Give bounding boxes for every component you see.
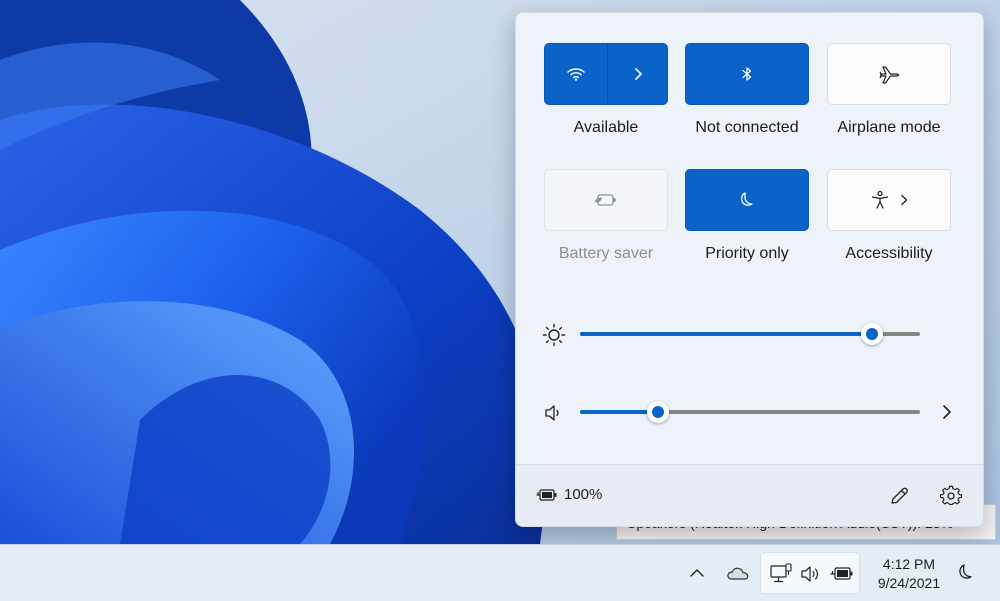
focus-assist-tile[interactable] bbox=[685, 169, 809, 231]
volume-slider[interactable] bbox=[580, 401, 920, 423]
brightness-slider[interactable] bbox=[580, 323, 920, 345]
quick-settings-tray-button[interactable] bbox=[760, 552, 860, 594]
wifi-expand-button[interactable] bbox=[607, 44, 669, 104]
brightness-row bbox=[516, 319, 983, 349]
quick-settings-panel: Available Not connected Airplane mode Ba… bbox=[515, 12, 984, 527]
battery-status[interactable]: 100% bbox=[536, 486, 602, 503]
chevron-right-icon bbox=[901, 194, 908, 206]
accessibility-icon bbox=[871, 190, 889, 209]
sun-icon bbox=[542, 323, 566, 347]
battery-saver-icon bbox=[595, 194, 616, 206]
wifi-icon bbox=[567, 68, 585, 81]
brightness-fill bbox=[580, 332, 873, 336]
airplane-mode-tile[interactable] bbox=[827, 43, 951, 105]
accessibility-tile[interactable] bbox=[827, 169, 951, 231]
wifi-label: Available bbox=[573, 119, 639, 136]
show-hidden-icons-button[interactable] bbox=[685, 561, 709, 585]
battery-icon bbox=[536, 488, 557, 501]
accessibility-label: Accessibility bbox=[845, 245, 933, 262]
pencil-icon bbox=[891, 487, 908, 504]
battery-icon bbox=[830, 567, 853, 580]
onedrive-button[interactable] bbox=[726, 561, 750, 585]
audio-output-chevron-icon[interactable] bbox=[937, 401, 957, 423]
moon-icon bbox=[740, 192, 753, 206]
bluetooth-tile[interactable] bbox=[685, 43, 809, 105]
wifi-tile[interactable] bbox=[544, 43, 668, 105]
battery-saver-tile[interactable] bbox=[544, 169, 668, 231]
focus-assist-moon-icon bbox=[959, 564, 972, 579]
network-icon bbox=[770, 563, 792, 583]
volume-thumb[interactable] bbox=[647, 401, 670, 423]
chevron-up-icon bbox=[690, 569, 704, 577]
volume-icon bbox=[801, 566, 818, 582]
speaker-icon bbox=[545, 405, 559, 421]
edit-quick-settings-button[interactable] bbox=[885, 482, 913, 510]
onedrive-cloud-icon bbox=[727, 567, 749, 580]
brightness-thumb[interactable] bbox=[861, 323, 884, 345]
battery-saver-label: Battery saver bbox=[558, 245, 654, 262]
volume-row bbox=[516, 397, 983, 427]
focus-assist-tray-button[interactable] bbox=[954, 561, 978, 585]
taskbar: 4:12 PM 9/24/2021 bbox=[0, 544, 1000, 601]
airplane-icon bbox=[879, 66, 900, 84]
gear-icon bbox=[940, 485, 962, 505]
airplane-mode-label: Airplane mode bbox=[837, 119, 941, 136]
bluetooth-label: Not connected bbox=[695, 119, 799, 136]
battery-percent: 100% bbox=[564, 486, 603, 503]
wifi-toggle[interactable] bbox=[545, 44, 607, 104]
chevron-right-icon bbox=[635, 68, 642, 80]
clock-date: 9/24/2021 bbox=[877, 575, 941, 591]
clock-time: 4:12 PM bbox=[882, 556, 936, 572]
focus-assist-label: Priority only bbox=[705, 245, 789, 262]
quick-settings-footer: 100% bbox=[516, 464, 983, 526]
taskbar-clock[interactable]: 4:12 PM 9/24/2021 bbox=[868, 555, 950, 593]
bluetooth-icon bbox=[742, 67, 752, 81]
settings-button[interactable] bbox=[937, 482, 965, 510]
